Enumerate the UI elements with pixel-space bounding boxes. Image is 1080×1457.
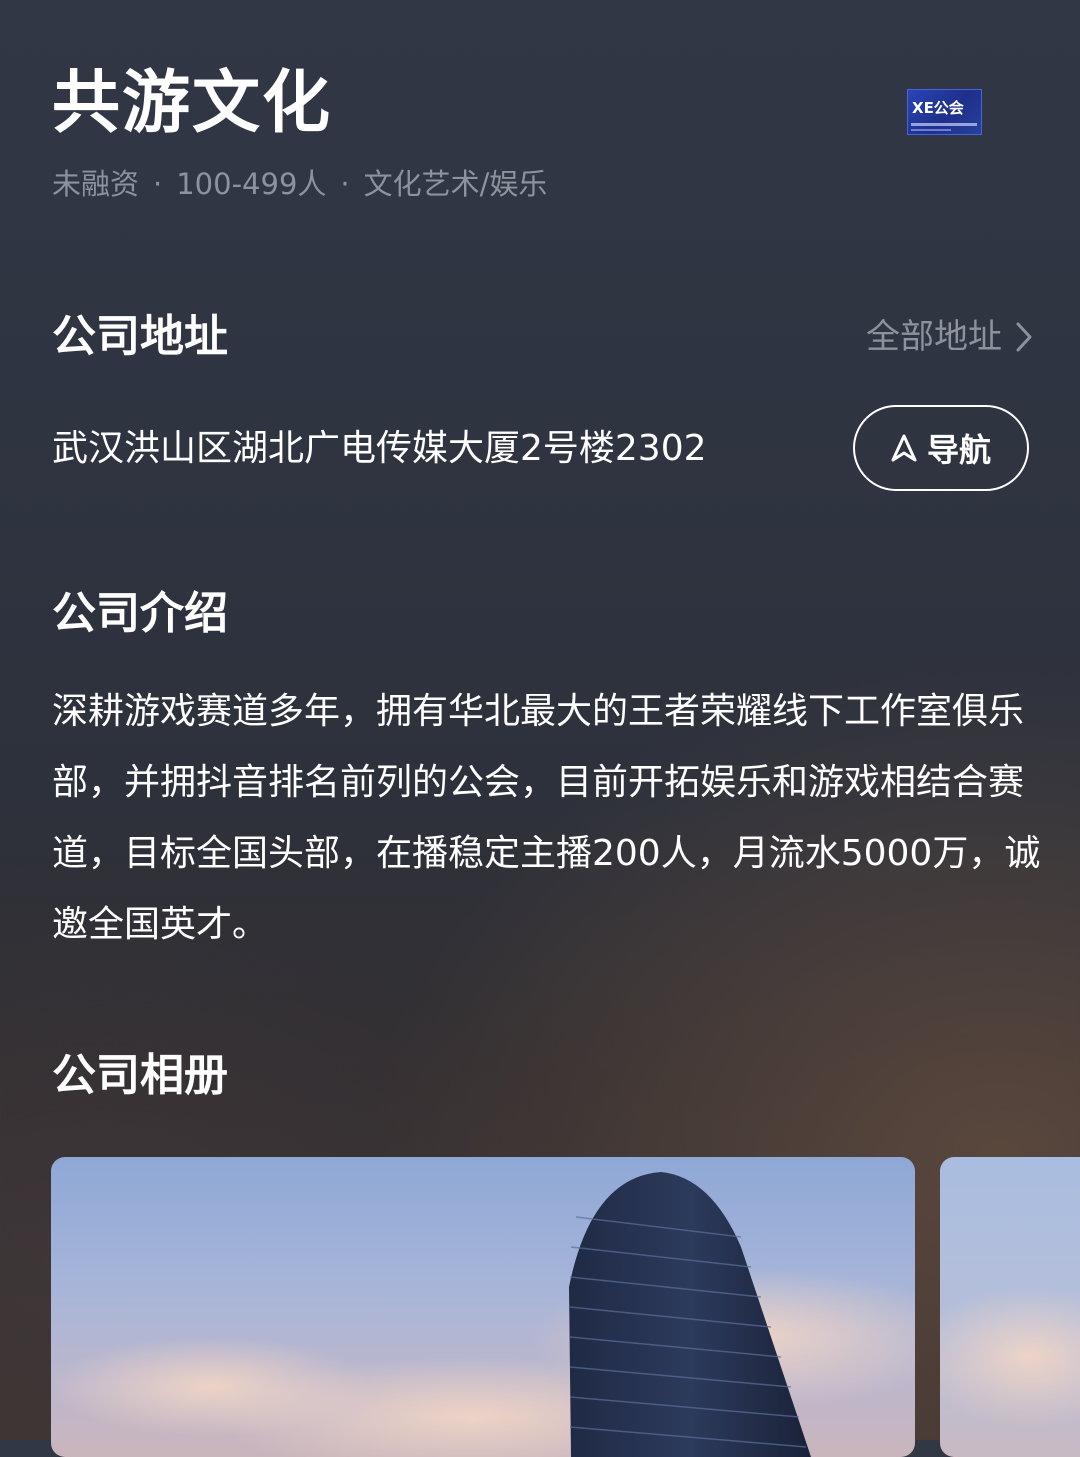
company-address: 武汉洪山区湖北广电传媒大厦2号楼2302 xyxy=(52,428,707,469)
funding-stage: 未融资 xyxy=(52,167,140,201)
company-meta: 未融资 · 100-499人 · 文化艺术/娱乐 xyxy=(52,164,547,204)
album-photo[interactable] xyxy=(940,1157,1080,1457)
navigation-arrow-icon xyxy=(891,434,917,462)
address-section-title: 公司地址 xyxy=(52,311,228,362)
sky-illustration xyxy=(940,1287,1080,1427)
logo-text: XE公会 xyxy=(912,99,964,117)
company-industry: 文化艺术/娱乐 xyxy=(363,167,548,201)
intro-section-title: 公司介绍 xyxy=(52,588,228,639)
album-section-title: 公司相册 xyxy=(52,1050,228,1101)
all-address-link[interactable]: 全部地址 xyxy=(866,314,1032,360)
navigate-label: 导航 xyxy=(926,431,991,469)
all-address-label: 全部地址 xyxy=(866,317,1002,357)
company-intro-text: 深耕游戏赛道多年，拥有华北最大的王者荣耀线下工作室俱乐部，并拥抖音排名前列的公会… xyxy=(52,691,1041,945)
meta-separator: · xyxy=(340,167,350,201)
meta-separator: · xyxy=(153,167,163,201)
company-logo: XE公会 xyxy=(907,89,982,135)
navigate-button[interactable]: 导航 xyxy=(853,405,1029,491)
chevron-right-icon xyxy=(1016,322,1032,352)
logo-decoration xyxy=(911,123,977,126)
building-illustration xyxy=(51,1172,915,1457)
company-name: 共游文化 xyxy=(52,64,333,143)
logo-decoration xyxy=(911,129,951,131)
company-size: 100-499人 xyxy=(176,167,327,201)
album-photo[interactable] xyxy=(51,1157,915,1457)
